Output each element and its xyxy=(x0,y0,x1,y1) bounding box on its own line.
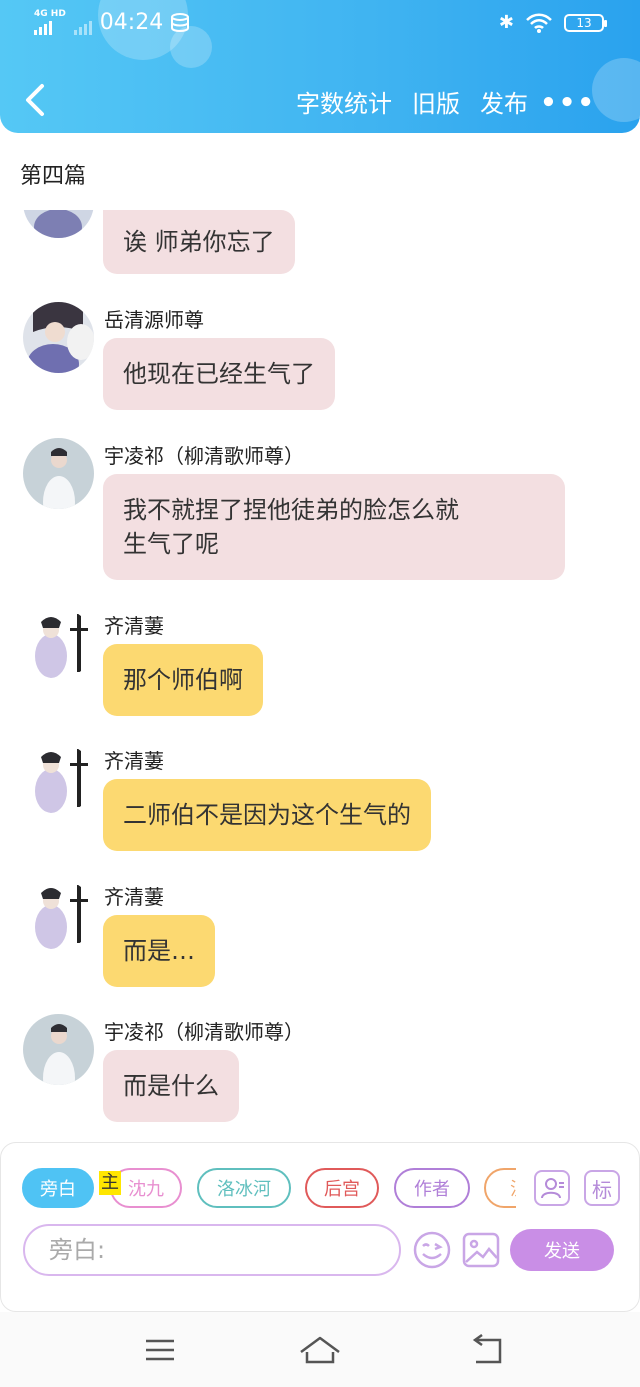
word-count-button[interactable]: 字数统计 xyxy=(296,84,392,119)
message-bubble[interactable]: 诶 师弟你忘了 xyxy=(103,210,295,274)
role-chip-label: 沈 xyxy=(510,1175,516,1201)
role-chip-narrator[interactable]: 旁白 xyxy=(22,1168,94,1208)
nav-bar: 字数统计 旧版 发布 ••• xyxy=(0,70,640,130)
message-bubble[interactable]: 那个师伯啊 xyxy=(103,644,263,716)
character-avatar[interactable] xyxy=(23,743,94,814)
message-bubble[interactable]: 二师伯不是因为这个生气的 xyxy=(103,779,431,851)
chat-list[interactable]: 诶 师弟你忘了 岳清源师尊 他现在已经生气了 宇凌祁（柳清歌师尊） 我不就捏了捏… xyxy=(0,210,640,1140)
publish-button[interactable]: 发布 xyxy=(480,84,528,119)
role-chip-label: 旁白 xyxy=(40,1179,76,1200)
contact-icon[interactable] xyxy=(534,1170,570,1206)
character-avatar[interactable] xyxy=(23,210,94,238)
message-text: 我不就捏了捏他徒弟的脸怎么就 xyxy=(123,496,459,524)
more-options-icon[interactable]: ••• xyxy=(540,88,596,118)
role-chip-harem[interactable]: 后宫 xyxy=(305,1168,379,1208)
old-version-button[interactable]: 旧版 xyxy=(412,84,460,119)
role-chip-label: 后宫 xyxy=(324,1179,360,1200)
character-avatar[interactable] xyxy=(23,879,94,950)
bluetooth-icon: ✱ xyxy=(498,12,514,33)
send-button[interactable]: 发送 xyxy=(510,1229,614,1271)
system-navigation-bar xyxy=(0,1312,640,1387)
message-bubble[interactable]: 他现在已经生气了 xyxy=(103,338,335,410)
battery-level: 13 xyxy=(576,15,592,30)
message-input[interactable] xyxy=(49,1236,379,1264)
sender-name: 齐清萋 xyxy=(104,749,164,773)
chapter-title: 第四篇 xyxy=(20,164,87,189)
tag-icon-label: 标 xyxy=(592,1177,612,1202)
image-icon[interactable] xyxy=(462,1232,500,1268)
character-avatar[interactable] xyxy=(23,302,94,373)
sender-name: 宇凌祁（柳清歌师尊） xyxy=(104,1020,304,1044)
status-bar: 4G HD 04:24 ✱ 13 xyxy=(0,0,640,50)
data-saver-icon xyxy=(171,12,190,32)
main-role-tag: 主 xyxy=(99,1171,121,1195)
message-bubble[interactable]: 我不就捏了捏他徒弟的脸怎么就 生气了呢 xyxy=(103,474,565,580)
signal-icon-secondary xyxy=(73,19,92,35)
sender-name: 齐清萋 xyxy=(104,614,164,638)
message-input-container xyxy=(23,1224,401,1276)
role-chip-shen[interactable]: 沈 xyxy=(484,1168,516,1208)
clock: 04:24 xyxy=(99,10,164,35)
message-bubble[interactable]: 而是… xyxy=(103,915,215,987)
tag-icon[interactable]: 标 xyxy=(584,1170,620,1206)
battery-icon: 13 xyxy=(564,13,607,32)
message-text: 诶 师弟你忘了 xyxy=(123,228,275,256)
character-avatar[interactable] xyxy=(23,438,94,509)
sender-name: 岳清源师尊 xyxy=(104,308,204,332)
emoji-icon[interactable] xyxy=(412,1230,452,1270)
network-label: 4G HD xyxy=(34,9,66,19)
message-text: 而是什么 xyxy=(123,1072,219,1100)
back-icon[interactable] xyxy=(470,1334,506,1366)
message-text: 那个师伯啊 xyxy=(123,666,243,694)
role-chip-label: 沈九 xyxy=(128,1179,164,1200)
back-arrow-icon[interactable] xyxy=(20,80,56,120)
sender-name: 齐清萋 xyxy=(104,885,164,909)
network-indicator: 4G HD xyxy=(34,10,66,35)
menu-icon[interactable] xyxy=(144,1334,176,1366)
message-text: 而是… xyxy=(123,937,195,965)
message-text: 他现在已经生气了 xyxy=(123,360,315,388)
character-avatar[interactable] xyxy=(23,608,94,679)
signal-icon xyxy=(34,19,52,35)
role-chip-author[interactable]: 作者 xyxy=(394,1168,470,1208)
message-text: 二师伯不是因为这个生气的 xyxy=(123,801,411,829)
top-header: 4G HD 04:24 ✱ 13 字数统计 旧版 发布 ••• xyxy=(0,0,640,133)
role-chip-label: 作者 xyxy=(414,1179,450,1200)
sender-name: 宇凌祁（柳清歌师尊） xyxy=(104,444,304,468)
home-icon[interactable] xyxy=(298,1334,342,1366)
role-selector[interactable]: 旁白 沈九 洛冰河 后宫 作者 沈 xyxy=(22,1168,516,1210)
role-chip-label: 洛冰河 xyxy=(217,1179,271,1200)
wifi-icon xyxy=(526,13,552,33)
role-chip-luobinghe[interactable]: 洛冰河 xyxy=(197,1168,291,1208)
message-text: 生气了呢 xyxy=(123,530,219,558)
message-bubble[interactable]: 而是什么 xyxy=(103,1050,239,1122)
character-avatar[interactable] xyxy=(23,1014,94,1085)
